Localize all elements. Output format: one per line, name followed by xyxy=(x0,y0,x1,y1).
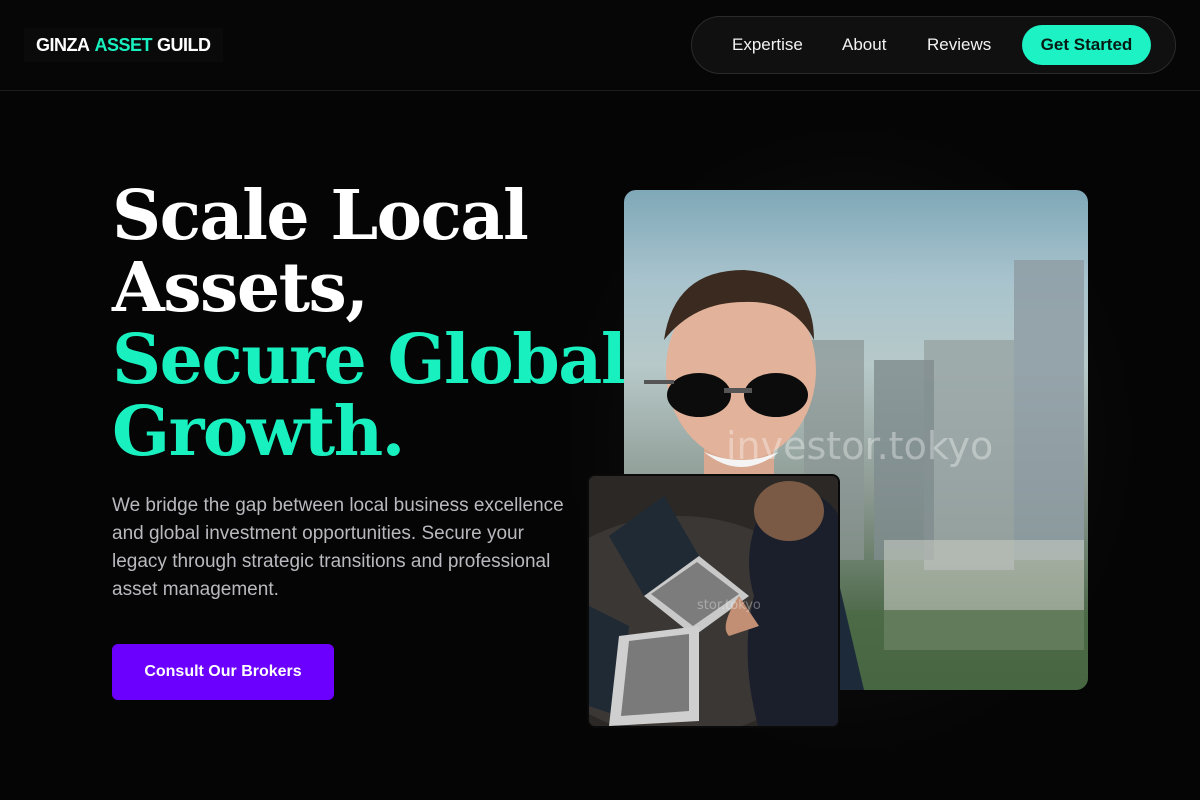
consult-brokers-button[interactable]: Consult Our Brokers xyxy=(112,644,334,700)
hero-title-line-1: Scale Local xyxy=(112,176,529,256)
brand-logo[interactable]: GINZA ASSET GUILD xyxy=(24,28,223,62)
hero-title-line-2: Assets, xyxy=(112,248,369,328)
hero-title-accent-line-1: Secure Global xyxy=(112,320,627,400)
photo-laptops-working: stor.tokyo xyxy=(587,474,840,728)
site-header: GINZA ASSET GUILD Expertise About Review… xyxy=(0,0,1200,91)
nav-link-reviews[interactable]: Reviews xyxy=(927,35,991,55)
brand-name-part3: GUILD xyxy=(157,34,211,55)
brand-name-part1: GINZA xyxy=(36,34,90,55)
hero-title: Scale Local Assets, Secure Global Growth… xyxy=(112,176,627,472)
brand-name-part2: ASSET xyxy=(94,34,153,55)
small-photo-watermark: stor.tokyo xyxy=(697,598,761,613)
main-nav: Expertise About Reviews Get Started xyxy=(691,16,1176,74)
get-started-button[interactable]: Get Started xyxy=(1022,25,1151,65)
nav-link-about[interactable]: About xyxy=(842,35,886,55)
main-photo-watermark: investor.tokyo xyxy=(726,424,994,468)
hero-description: We bridge the gap between local business… xyxy=(112,495,564,600)
hero-title-accent-line-2: Growth. xyxy=(112,392,405,472)
nav-link-expertise[interactable]: Expertise xyxy=(732,35,803,55)
